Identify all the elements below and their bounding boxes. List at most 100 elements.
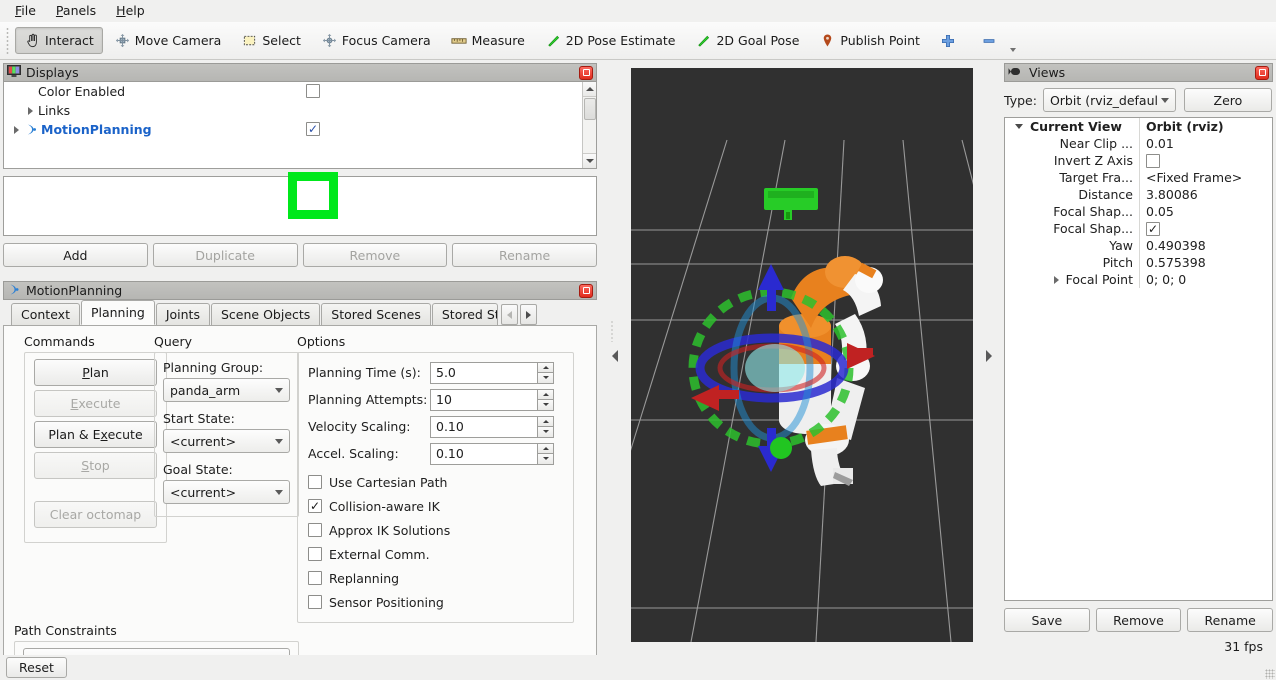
- external-comm-row[interactable]: External Comm.: [308, 542, 563, 566]
- spinner-up-icon[interactable]: [537, 361, 554, 372]
- tool-select[interactable]: Select: [232, 27, 310, 54]
- tool-interact[interactable]: Interact: [15, 27, 103, 54]
- view-type-select[interactable]: Orbit (rviz_defaul: [1042, 88, 1176, 112]
- tool-measure[interactable]: Measure: [442, 27, 534, 54]
- tool-add[interactable]: [931, 27, 970, 54]
- stop-button[interactable]: Stop: [34, 452, 157, 479]
- invert-z-axis-checkbox[interactable]: [1146, 153, 1160, 168]
- property-row-focal-shape-size[interactable]: Focal Shap... 0.05: [1005, 203, 1272, 220]
- remove-view-button[interactable]: Remove: [1095, 608, 1182, 632]
- focal-shape-fixed-size-checkbox[interactable]: ✓: [1146, 221, 1160, 236]
- approx-ik-solutions-row[interactable]: Approx IK Solutions: [308, 518, 563, 542]
- menu-panels[interactable]: Panels: [47, 2, 105, 21]
- scroll-down-icon[interactable]: [582, 153, 596, 168]
- clear-octomap-button[interactable]: Clear octomap: [34, 501, 157, 528]
- add-display-button[interactable]: Add: [3, 243, 148, 267]
- property-row-focal-shape-fixed-size[interactable]: Focal Shap... ✓: [1005, 220, 1272, 237]
- tab-stored-scenes[interactable]: Stored Scenes: [321, 303, 431, 325]
- tabs-scroll-right-button[interactable]: [519, 304, 537, 325]
- render-viewport-3d[interactable]: [631, 68, 973, 642]
- replanning-row[interactable]: Replanning: [308, 566, 563, 590]
- menu-file[interactable]: File: [6, 2, 45, 21]
- plan-button[interactable]: Plan: [34, 359, 157, 386]
- spinner-down-icon[interactable]: [537, 426, 554, 438]
- external-comm-checkbox[interactable]: [308, 547, 322, 561]
- view-properties-tree[interactable]: Current View Orbit (rviz) Near Clip ... …: [1004, 117, 1273, 601]
- sensor-positioning-row[interactable]: Sensor Positioning: [308, 590, 563, 614]
- motionplanning-enabled-checkbox[interactable]: ✓: [306, 122, 320, 136]
- collapse-right-icon[interactable]: [983, 326, 995, 386]
- reset-button[interactable]: Reset: [6, 657, 67, 678]
- planning-group-select[interactable]: panda_arm: [163, 378, 290, 402]
- tab-stored-states[interactable]: Stored Stat: [431, 303, 498, 325]
- window-resize-grip[interactable]: [1265, 669, 1275, 679]
- menu-help[interactable]: Help: [107, 2, 154, 21]
- chevron-right-icon[interactable]: [22, 106, 38, 115]
- use-cartesian-path-row[interactable]: Use Cartesian Path: [308, 470, 563, 494]
- tree-row[interactable]: Links: [4, 101, 596, 120]
- property-row-current-view[interactable]: Current View Orbit (rviz): [1005, 118, 1272, 135]
- duplicate-display-button[interactable]: Duplicate: [152, 243, 298, 267]
- accel-scaling-stepper[interactable]: 0.10: [430, 442, 554, 465]
- close-icon[interactable]: [579, 65, 593, 80]
- spinner-down-icon[interactable]: [537, 399, 554, 411]
- tab-joints[interactable]: Joints: [155, 303, 210, 325]
- collision-aware-ik-checkbox[interactable]: ✓: [308, 499, 322, 513]
- tool-remove[interactable]: [972, 27, 1016, 54]
- property-row-invert-z-axis[interactable]: Invert Z Axis: [1005, 152, 1272, 169]
- collapse-left-icon[interactable]: [607, 320, 619, 386]
- approx-ik-solutions-checkbox[interactable]: [308, 523, 322, 537]
- planning-time-input[interactable]: 5.0: [430, 361, 537, 384]
- color-enabled-checkbox[interactable]: [306, 84, 320, 98]
- close-icon[interactable]: [579, 283, 593, 298]
- displays-scrollbar[interactable]: [582, 82, 596, 168]
- spinner-up-icon[interactable]: [537, 415, 554, 426]
- tree-row[interactable]: MotionPlanning ✓: [4, 120, 596, 139]
- spinner-down-icon[interactable]: [537, 453, 554, 465]
- use-cartesian-path-checkbox[interactable]: [308, 475, 322, 489]
- replanning-checkbox[interactable]: [308, 571, 322, 585]
- close-icon[interactable]: [1255, 65, 1269, 80]
- planning-attempts-input[interactable]: 10: [430, 388, 537, 411]
- chevron-down-icon[interactable]: [1015, 124, 1023, 129]
- tab-scene-objects[interactable]: Scene Objects: [210, 303, 321, 325]
- property-row-near-clip[interactable]: Near Clip ... 0.01: [1005, 135, 1272, 152]
- tool-2d-pose-estimate[interactable]: 2D Pose Estimate: [536, 27, 685, 54]
- scrollbar-thumb[interactable]: [583, 98, 596, 120]
- toolbar-drag-handle[interactable]: [4, 27, 13, 54]
- rename-view-button[interactable]: Rename: [1187, 608, 1274, 632]
- chevron-right-icon[interactable]: [8, 125, 24, 134]
- property-row-target-frame[interactable]: Target Fra... <Fixed Frame>: [1005, 169, 1272, 186]
- collision-aware-ik-row[interactable]: ✓ Collision-aware IK: [308, 494, 563, 518]
- sensor-positioning-checkbox[interactable]: [308, 595, 322, 609]
- planning-time-stepper[interactable]: 5.0: [430, 361, 554, 384]
- tool-move-camera[interactable]: Move Camera: [105, 27, 231, 54]
- accel-scaling-input[interactable]: 0.10: [430, 442, 537, 465]
- chevron-right-icon[interactable]: [1053, 275, 1059, 284]
- remove-display-button[interactable]: Remove: [302, 243, 448, 267]
- velocity-scaling-input[interactable]: 0.10: [430, 415, 537, 438]
- spinner-up-icon[interactable]: [537, 388, 554, 399]
- rename-display-button[interactable]: Rename: [452, 243, 597, 267]
- tabs-scroll-left-button[interactable]: [500, 304, 518, 325]
- displays-tree[interactable]: Color Enabled Links MotionPlanning ✓: [3, 82, 597, 169]
- plan-and-execute-button[interactable]: Plan & Execute: [34, 421, 157, 448]
- tool-focus-camera[interactable]: Focus Camera: [312, 27, 440, 54]
- velocity-scaling-stepper[interactable]: 0.10: [430, 415, 554, 438]
- execute-button[interactable]: Execute: [34, 390, 157, 417]
- start-state-select[interactable]: <current>: [163, 429, 290, 453]
- property-row-focal-point[interactable]: Focal Point 0; 0; 0: [1005, 271, 1272, 288]
- spinner-down-icon[interactable]: [537, 372, 554, 384]
- planning-attempts-stepper[interactable]: 10: [430, 388, 554, 411]
- save-view-button[interactable]: Save: [1004, 608, 1090, 632]
- property-row-pitch[interactable]: Pitch 0.575398: [1005, 254, 1272, 271]
- property-row-distance[interactable]: Distance 3.80086: [1005, 186, 1272, 203]
- tool-2d-goal-pose[interactable]: 2D Goal Pose: [686, 27, 808, 54]
- tab-planning[interactable]: Planning: [80, 300, 155, 325]
- scroll-up-icon[interactable]: [582, 82, 596, 97]
- goal-state-select[interactable]: <current>: [163, 480, 290, 504]
- toolbar-overflow-chevron-icon[interactable]: [1009, 48, 1016, 52]
- property-row-yaw[interactable]: Yaw 0.490398: [1005, 237, 1272, 254]
- spinner-up-icon[interactable]: [537, 442, 554, 453]
- zero-button[interactable]: Zero: [1183, 88, 1272, 112]
